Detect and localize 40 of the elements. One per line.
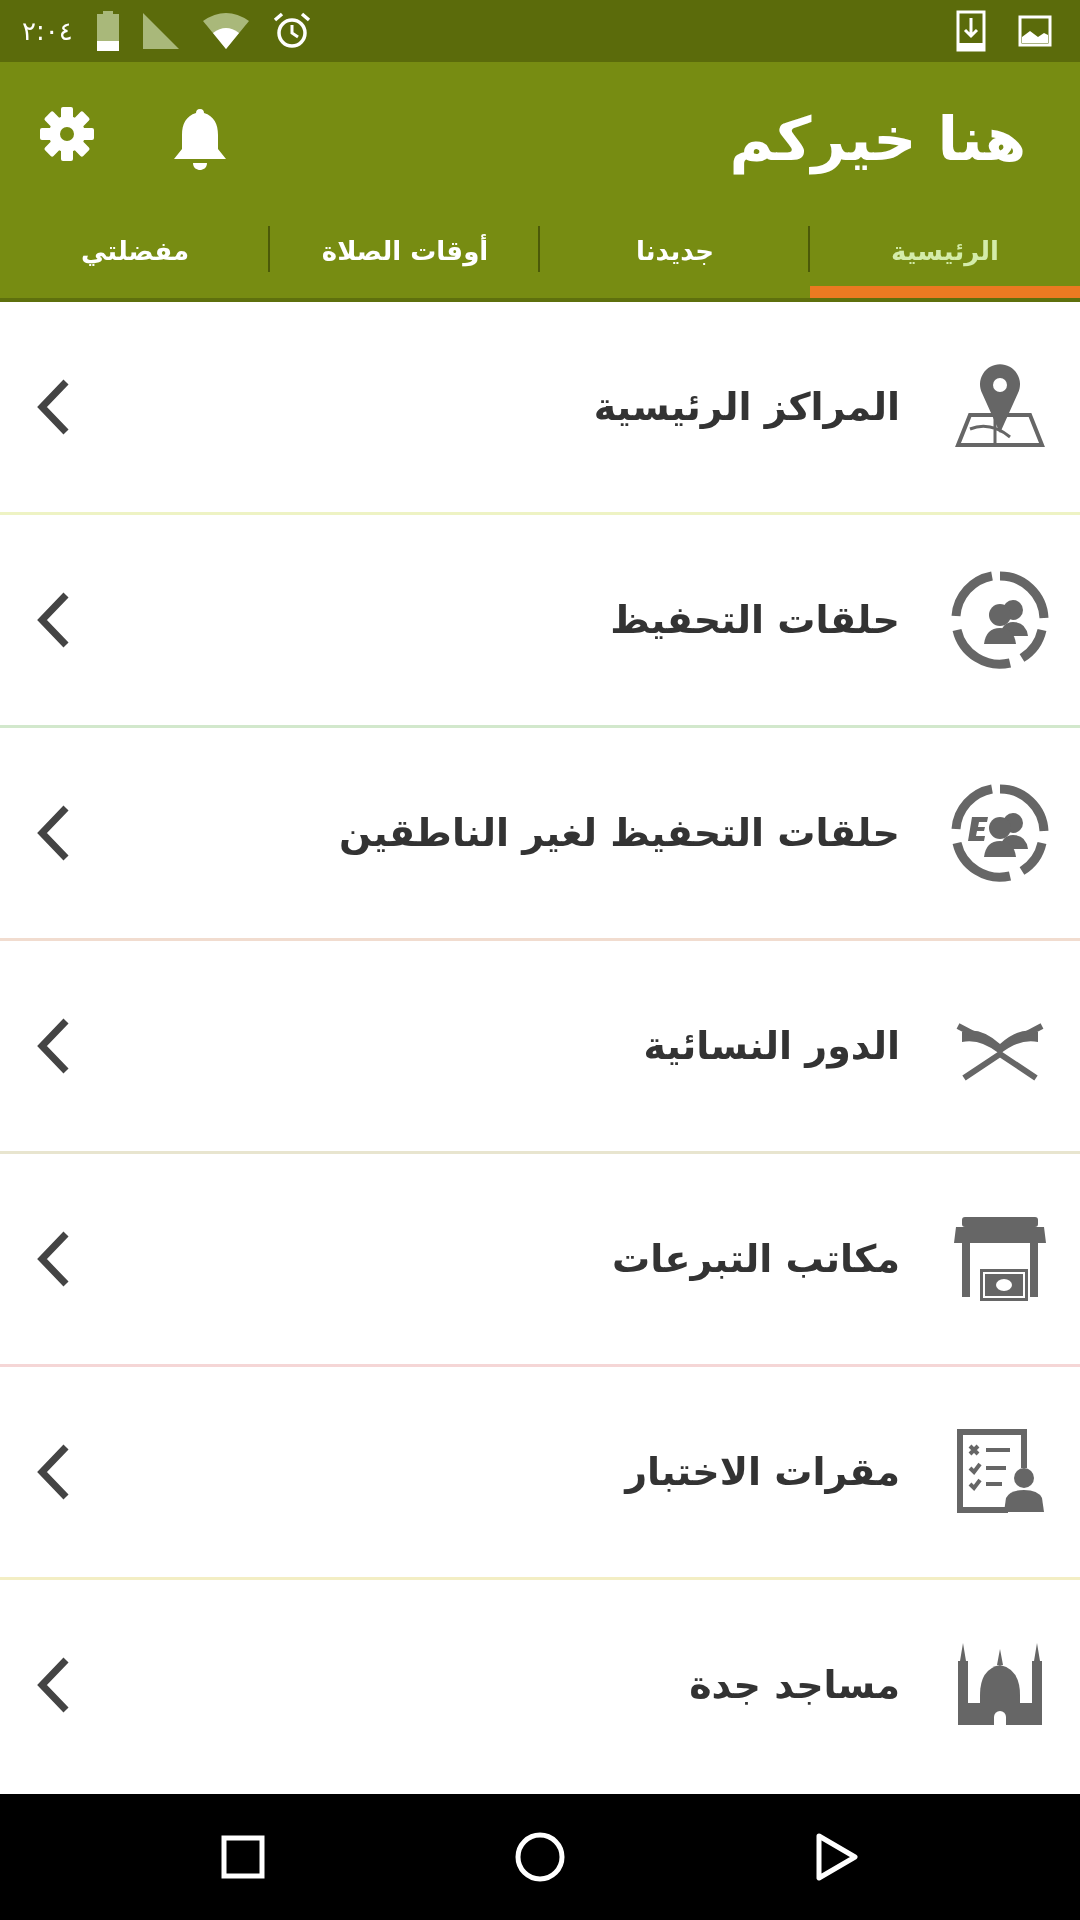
people-letter-icon <box>950 783 1050 883</box>
alarm-icon <box>272 12 311 50</box>
chevron-left-icon <box>36 1017 70 1075</box>
chevron-left-icon <box>36 804 70 862</box>
menu-item-label: مكاتب التبرعات <box>611 1237 900 1281</box>
bell-icon <box>172 107 228 171</box>
tab[interactable]: جديدنا <box>540 216 810 298</box>
recents-button[interactable] <box>221 1835 265 1879</box>
app-title: هنا خيركم <box>729 104 1026 174</box>
home-button[interactable] <box>515 1832 565 1882</box>
chevron-left-icon <box>36 1230 70 1288</box>
clock-time: ٢:٠٤ <box>22 16 73 46</box>
chevron-left-icon <box>36 1656 70 1714</box>
notifications-button[interactable] <box>172 107 228 171</box>
signal-icon <box>142 13 179 49</box>
download-icon <box>956 10 986 52</box>
menu-item[interactable]: حلقات التحفيظ <box>0 515 1080 728</box>
chevron-left-icon <box>36 1443 70 1501</box>
menu-item-label: مقرات الاختبار <box>622 1450 900 1494</box>
menu-item-label: حلقات التحفيظ لغير الناطقين <box>338 811 900 855</box>
menu-item-label: حلقات التحفيظ <box>609 598 900 642</box>
menu-item-label: المراكز الرئيسية <box>592 385 900 429</box>
menu-item[interactable]: مكاتب التبرعات <box>0 1154 1080 1367</box>
tab[interactable]: مفضلتي <box>0 216 270 298</box>
menu-item[interactable]: مساجد جدة <box>0 1580 1080 1793</box>
menu-item[interactable]: الدور النسائية <box>0 941 1080 1154</box>
wifi-icon <box>202 13 249 49</box>
menu-item-label: مساجد جدة <box>688 1663 900 1707</box>
chevron-left-icon <box>36 591 70 649</box>
people-icon <box>950 570 1050 670</box>
battery-icon <box>96 11 119 51</box>
settings-icon <box>40 107 94 161</box>
chevron-left-icon <box>36 378 70 436</box>
menu-item[interactable]: حلقات التحفيظ لغير الناطقين <box>0 728 1080 941</box>
back-button[interactable] <box>815 1833 859 1881</box>
menu-item-label: الدور النسائية <box>642 1024 900 1068</box>
menu-item[interactable]: المراكز الرئيسية <box>0 302 1080 515</box>
menu-item[interactable]: مقرات الاختبار <box>0 1367 1080 1580</box>
image-icon <box>1018 15 1052 47</box>
tab[interactable]: أوقات الصلاة <box>270 216 540 298</box>
